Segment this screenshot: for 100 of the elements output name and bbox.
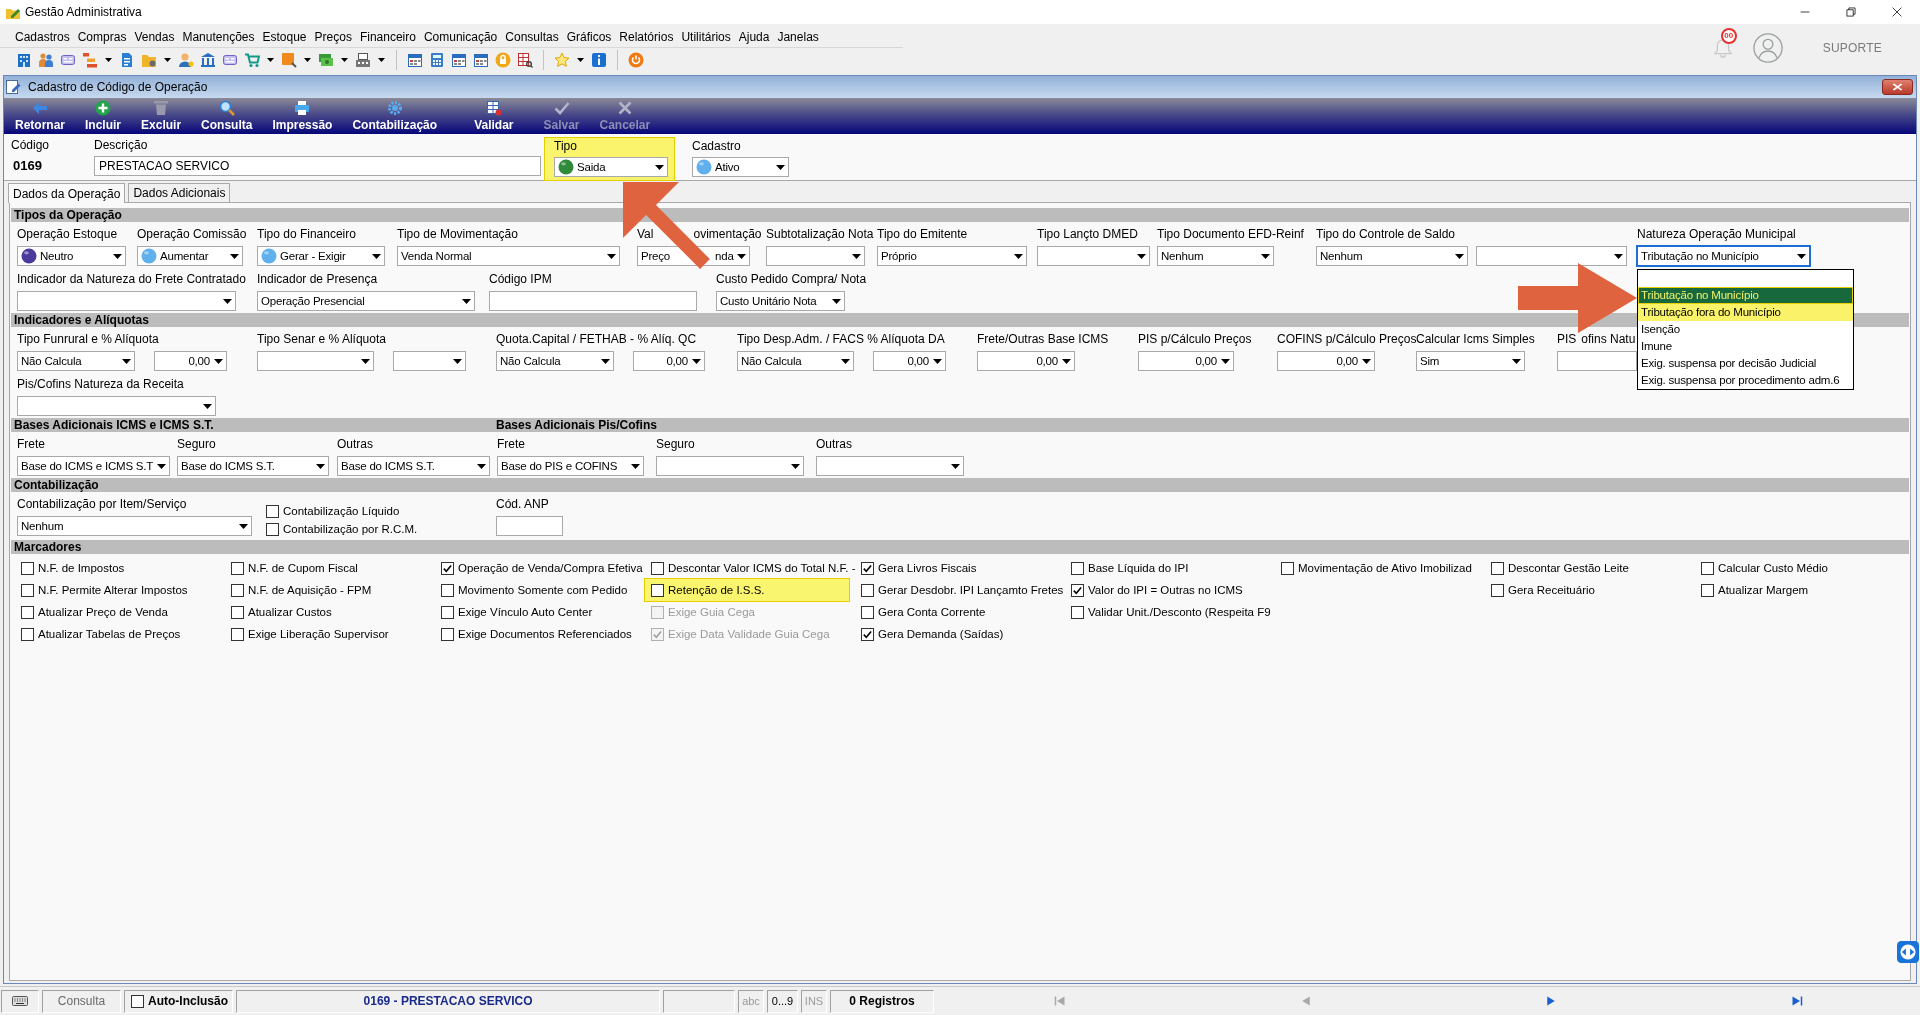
- dropdown[interactable]: Não Calcula: [737, 351, 854, 371]
- caret-icon[interactable]: [577, 58, 584, 62]
- dropdown[interactable]: Nenhum: [17, 516, 252, 536]
- list-icon[interactable]: [82, 52, 98, 68]
- checkbox[interactable]: [861, 583, 874, 597]
- dropdown[interactable]: Nenhum: [1157, 246, 1274, 266]
- toolbar-button[interactable]: Contabilização: [343, 100, 447, 132]
- power-icon[interactable]: [628, 52, 644, 68]
- caret-icon[interactable]: [378, 58, 385, 62]
- menu-item[interactable]: Estoque: [258, 27, 311, 46]
- checkbox[interactable]: [1071, 605, 1084, 619]
- calendar-icon[interactable]: [451, 52, 467, 68]
- checkbox[interactable]: [651, 583, 664, 597]
- checkbox[interactable]: [21, 583, 34, 597]
- people-icon[interactable]: [38, 52, 54, 68]
- text-field[interactable]: PRESTACAO SERVICO: [94, 156, 541, 176]
- menu-item[interactable]: Relatórios: [615, 27, 678, 46]
- dropdown[interactable]: Base do ICMS e ICMS S.T: [17, 456, 170, 476]
- dropdown-option[interactable]: Tributação no Município: [1638, 287, 1853, 304]
- folder-icon[interactable]: [141, 52, 157, 68]
- checkbox[interactable]: [231, 627, 244, 641]
- checkbox[interactable]: [441, 627, 454, 641]
- toolbar-button[interactable]: Retornar: [6, 100, 74, 132]
- tab[interactable]: Dados Adicionais: [128, 183, 231, 202]
- dropdown-option[interactable]: Isenção: [1638, 321, 1853, 338]
- checkbox[interactable]: [1071, 561, 1084, 575]
- checkbox[interactable]: [21, 627, 34, 641]
- toolbar-button[interactable]: Consulta: [192, 100, 262, 132]
- checkbox[interactable]: [441, 583, 454, 597]
- checkbox[interactable]: [441, 561, 454, 575]
- checkbox[interactable]: [21, 605, 34, 619]
- dropdown[interactable]: Tributação no Município: [1637, 246, 1810, 266]
- dropdown[interactable]: Não Calcula: [496, 351, 614, 371]
- dropdown[interactable]: 0,00: [873, 351, 946, 371]
- dropdown[interactable]: Não Calcula: [17, 351, 135, 371]
- caret-icon[interactable]: [105, 58, 112, 62]
- dropdown[interactable]: 0,00: [1138, 351, 1234, 371]
- dropdown[interactable]: Neutro: [17, 246, 126, 266]
- dropdown[interactable]: 0,00: [633, 351, 705, 371]
- building-icon[interactable]: [16, 52, 32, 68]
- checkbox[interactable]: [1701, 561, 1714, 575]
- caret-icon[interactable]: [164, 58, 171, 62]
- note-icon[interactable]: [281, 52, 297, 68]
- dropdown[interactable]: Base do ICMS S.T.: [337, 456, 490, 476]
- checkbox[interactable]: [861, 561, 874, 575]
- close-button[interactable]: [1882, 79, 1913, 95]
- checkbox[interactable]: [861, 605, 874, 619]
- calendar-icon[interactable]: [473, 52, 489, 68]
- dropdown[interactable]: Venda Normal: [397, 246, 620, 266]
- star-icon[interactable]: [554, 52, 570, 68]
- menu-item[interactable]: Cadastros: [11, 27, 74, 46]
- dropdown[interactable]: Próprio: [877, 246, 1027, 266]
- dropdown[interactable]: 0,00: [1277, 351, 1375, 371]
- calculator-icon[interactable]: [429, 52, 445, 68]
- menu-item[interactable]: Preços: [310, 27, 356, 46]
- dropdown[interactable]: 0,00: [154, 351, 227, 371]
- dropdown[interactable]: Custo Unitário Nota: [716, 291, 845, 311]
- dropdown[interactable]: Base do ICMS S.T.: [177, 456, 329, 476]
- toolbar-button[interactable]: Incluir: [76, 100, 131, 132]
- caret-icon[interactable]: [267, 58, 274, 62]
- text-field[interactable]: [496, 516, 563, 536]
- dropdown[interactable]: Base do PIS e COFINS: [497, 456, 644, 476]
- menu-item[interactable]: Consultas: [501, 27, 563, 46]
- person-icon[interactable]: [178, 52, 194, 68]
- dropdown[interactable]: Saida: [554, 157, 668, 177]
- calendar-icon[interactable]: [407, 52, 423, 68]
- dropdown[interactable]: 0,00: [977, 351, 1075, 371]
- keyboard-icon[interactable]: [12, 993, 28, 1009]
- menu-item[interactable]: Financeiro: [355, 27, 420, 46]
- checkbox[interactable]: [266, 522, 279, 536]
- text-field[interactable]: [489, 291, 697, 311]
- dropdown[interactable]: Ativo: [692, 157, 789, 177]
- last-page-icon[interactable]: [1791, 995, 1804, 1007]
- toolbar-button[interactable]: Impressão: [263, 100, 342, 132]
- checkbox[interactable]: [1071, 583, 1084, 597]
- double-arrow-icon[interactable]: [1897, 941, 1919, 963]
- checkbox[interactable]: [131, 994, 144, 1008]
- cart-icon[interactable]: [244, 52, 260, 68]
- dropdown[interactable]: Operação Presencial: [257, 291, 475, 311]
- checkbox[interactable]: [21, 561, 34, 575]
- menu-item[interactable]: Gráficos: [562, 27, 616, 46]
- document-icon[interactable]: [119, 52, 135, 68]
- info-icon[interactable]: [591, 52, 607, 68]
- dropdown-option[interactable]: Exig. suspensa por procedimento adm.6: [1638, 372, 1853, 389]
- caret-icon[interactable]: [304, 58, 311, 62]
- register-icon[interactable]: [355, 52, 371, 68]
- checkbox[interactable]: [1281, 561, 1294, 575]
- menu-item[interactable]: Utilitários: [677, 27, 735, 46]
- toolbar-button[interactable]: Validar: [465, 100, 523, 132]
- checkbox[interactable]: [651, 561, 664, 575]
- dropdown[interactable]: Sim: [1416, 351, 1525, 371]
- checkbox[interactable]: [1701, 583, 1714, 597]
- card-icon[interactable]: [60, 52, 76, 68]
- checkbox[interactable]: [231, 561, 244, 575]
- toolbar-button[interactable]: Excluir: [132, 100, 191, 132]
- tab[interactable]: Dados da Operação: [8, 183, 126, 203]
- bank-icon[interactable]: [200, 52, 216, 68]
- checkbox[interactable]: [1491, 561, 1504, 575]
- menu-item[interactable]: Comunicação: [419, 27, 502, 46]
- checkbox[interactable]: [231, 583, 244, 597]
